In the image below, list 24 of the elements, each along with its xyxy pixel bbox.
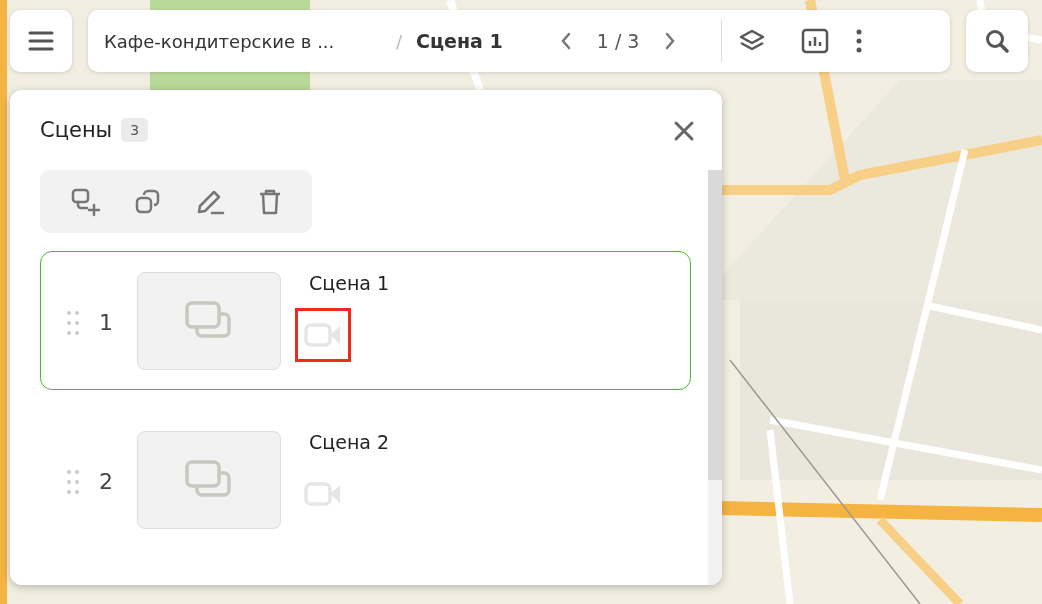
scene-title: Сцена 2 — [309, 431, 390, 453]
video-camera-icon — [304, 481, 342, 507]
project-title[interactable]: Кафе-кондитерские в ... — [104, 30, 396, 52]
bar-chart-icon[interactable] — [800, 27, 831, 55]
scrollbar[interactable] — [708, 170, 722, 585]
scene-card[interactable]: 2 Сцена 2 — [40, 410, 691, 549]
video-camera-icon — [304, 322, 342, 348]
scene-number: 2 — [99, 469, 114, 494]
search-button[interactable] — [966, 10, 1028, 72]
page-counter: 1 / 3 — [596, 30, 640, 52]
panel-title: Сцены — [40, 118, 113, 142]
close-icon[interactable] — [673, 120, 695, 142]
scene-count: 3 — [121, 118, 149, 142]
scene-title: Сцена 1 — [309, 272, 390, 294]
drag-handle-icon[interactable] — [67, 310, 79, 336]
breadcrumb-separator: / — [396, 30, 403, 52]
scene-card[interactable]: 1 Сцена 1 — [40, 251, 691, 390]
search-icon — [984, 28, 1010, 54]
camera-button[interactable] — [295, 308, 351, 362]
scene-number: 1 — [99, 310, 114, 335]
drag-handle-icon[interactable] — [67, 469, 79, 495]
scene-title: Сцена 1 — [416, 30, 503, 52]
menu-button[interactable] — [10, 10, 72, 72]
menu-icon — [28, 30, 54, 52]
